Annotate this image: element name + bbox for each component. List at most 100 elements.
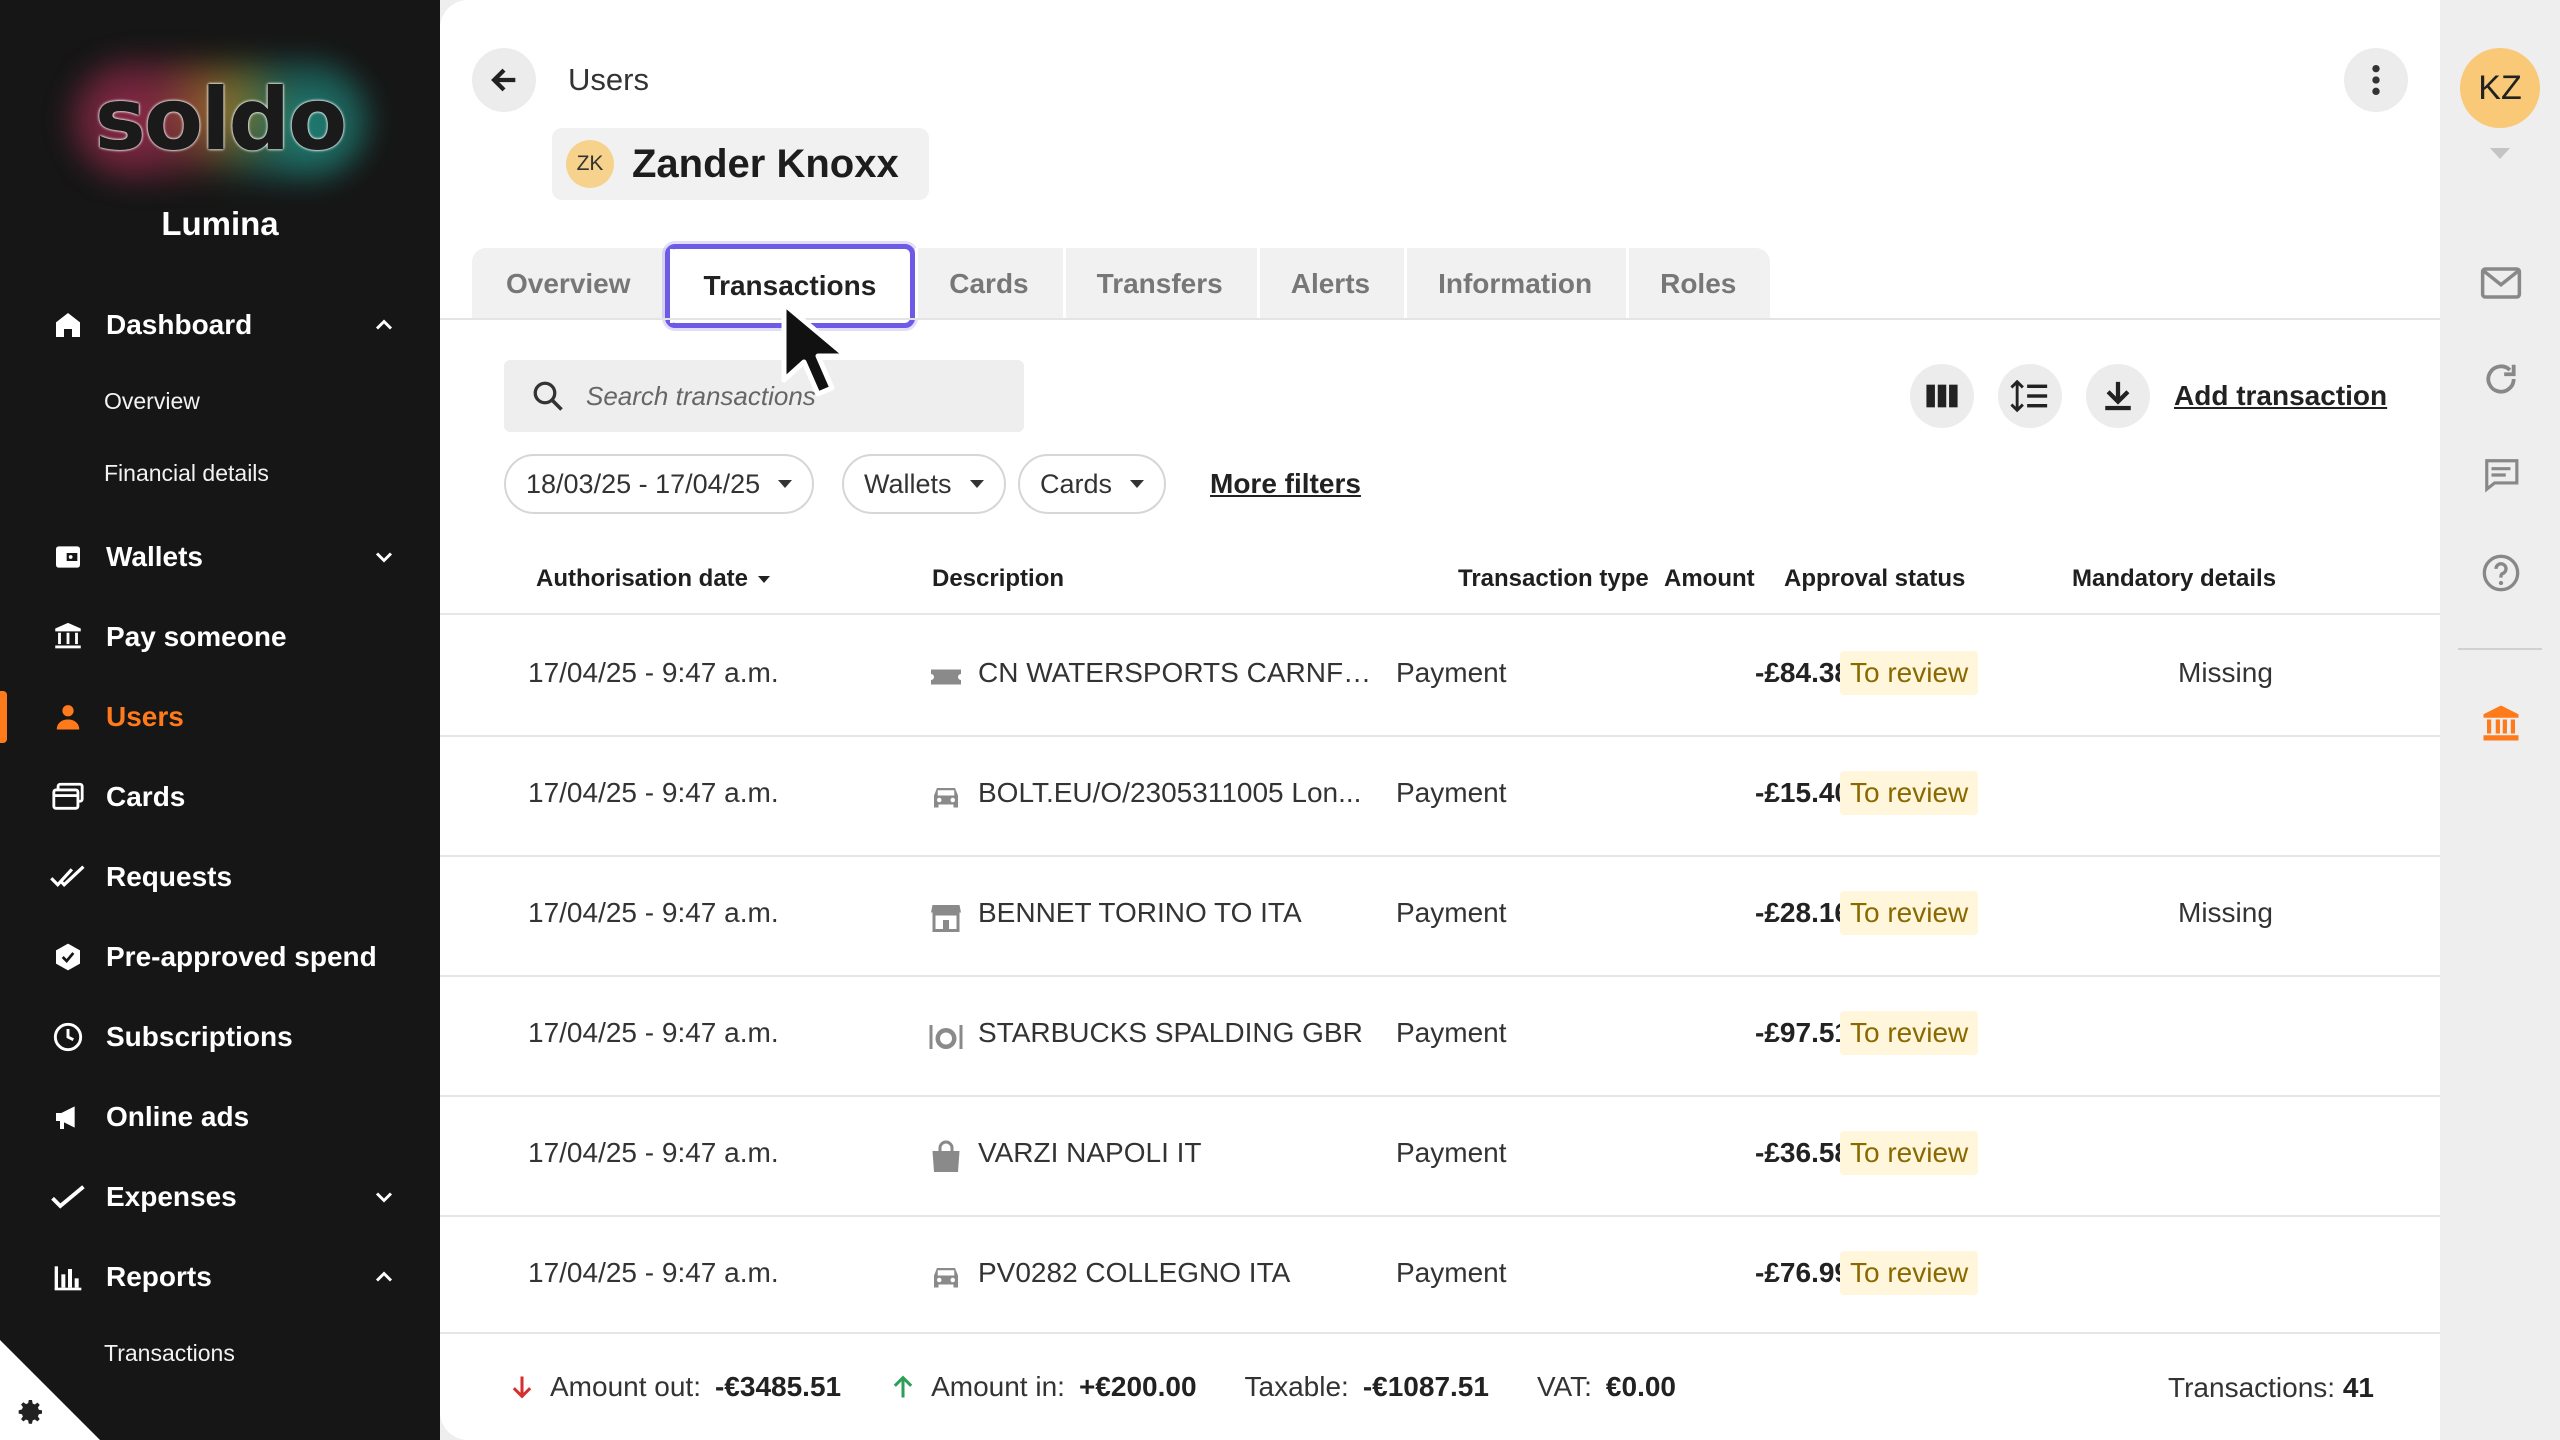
more-filters-link[interactable]: More filters bbox=[1210, 468, 1361, 500]
status-badge: To review bbox=[1840, 1251, 1979, 1295]
bank-button[interactable] bbox=[2480, 702, 2522, 744]
sidebar-item-reports[interactable]: Reports bbox=[0, 1237, 440, 1317]
cards-filter[interactable]: Cards bbox=[1018, 454, 1167, 514]
sidebar: soldo Lumina Dashboard Overview Financia… bbox=[0, 0, 440, 1440]
sidebar-item-wallets[interactable]: Wallets bbox=[0, 517, 440, 597]
column-header-authorisation-date[interactable]: Authorisation date bbox=[536, 565, 771, 593]
soldo-logo[interactable]: soldo bbox=[70, 60, 370, 180]
row-description: CN WATERSPORTS CARNFOR... bbox=[978, 657, 1378, 688]
column-header-label: Authorisation date bbox=[536, 565, 749, 592]
search-box[interactable] bbox=[504, 360, 1024, 432]
table-row[interactable]: 17/04/25 - 9:47 a.m. VARZI NAPOLI IT Pay… bbox=[440, 1097, 2440, 1217]
page-title: Zander Knoxx bbox=[632, 141, 899, 186]
cards-icon bbox=[50, 779, 86, 815]
table-row[interactable]: 17/04/25 - 9:47 a.m. BENNET TORINO TO IT… bbox=[440, 857, 2440, 977]
user-header: ZK Zander Knoxx bbox=[552, 128, 929, 200]
tab-information[interactable]: Information bbox=[1404, 248, 1626, 320]
table-row[interactable]: 17/04/25 - 9:47 a.m. STARBUCKS SPALDING … bbox=[440, 977, 2440, 1097]
row-type: Payment bbox=[1396, 1257, 1507, 1288]
wallet-icon bbox=[50, 539, 86, 575]
search-icon bbox=[533, 381, 563, 411]
clock-icon bbox=[50, 1019, 86, 1055]
rail-divider bbox=[2458, 648, 2542, 650]
bar-chart-icon bbox=[50, 1259, 86, 1295]
tab-bar: Overview Transactions Cards Transfers Al… bbox=[472, 244, 1771, 328]
row-amount: -£15.40 bbox=[1755, 777, 1850, 808]
sidebar-item-label: Dashboard bbox=[106, 309, 253, 340]
tab-roles[interactable]: Roles bbox=[1626, 248, 1770, 320]
sidebar-item-label: Cards bbox=[106, 781, 186, 812]
mail-icon bbox=[2480, 267, 2522, 299]
sidebar-item-dashboard[interactable]: Dashboard bbox=[0, 285, 440, 365]
status-badge: To review bbox=[1840, 1131, 1979, 1175]
sidebar-item-subscriptions[interactable]: Subscriptions bbox=[0, 997, 440, 1077]
tab-overview[interactable]: Overview bbox=[472, 248, 665, 320]
sidebar-item-expenses[interactable]: Expenses bbox=[0, 1157, 440, 1237]
row-type: Payment bbox=[1396, 897, 1507, 928]
mail-button[interactable] bbox=[2480, 262, 2522, 304]
organization-name: Lumina bbox=[161, 205, 279, 242]
vat-label: VAT: bbox=[1536, 1371, 1592, 1402]
tabs-divider bbox=[440, 318, 2440, 320]
search-input[interactable] bbox=[586, 380, 1006, 412]
sidebar-subitem-overview[interactable]: Overview bbox=[0, 365, 440, 437]
wallets-filter[interactable]: Wallets bbox=[842, 454, 1006, 514]
columns-icon bbox=[1926, 384, 1958, 408]
chevron-down-icon[interactable] bbox=[370, 1183, 398, 1211]
caret-down-icon[interactable] bbox=[2490, 148, 2510, 159]
right-rail: KZ bbox=[2440, 0, 2560, 1440]
sidebar-item-online-ads[interactable]: Online ads bbox=[0, 1077, 440, 1157]
chat-icon bbox=[2485, 459, 2519, 493]
column-header-description: Description bbox=[932, 565, 1065, 592]
chevron-up-icon[interactable] bbox=[370, 311, 398, 339]
transactions-count: Transactions: 41 bbox=[2168, 1372, 2374, 1404]
sidebar-item-requests[interactable]: Requests bbox=[0, 837, 440, 917]
tab-transfers[interactable]: Transfers bbox=[1062, 248, 1257, 320]
sidebar-item-pay-someone[interactable]: Pay someone bbox=[0, 597, 440, 677]
breadcrumb[interactable]: Users bbox=[568, 62, 649, 98]
tab-cards[interactable]: Cards bbox=[915, 248, 1062, 320]
row-density-button[interactable] bbox=[1998, 364, 2062, 428]
download-button[interactable] bbox=[2086, 364, 2150, 428]
amount-out-value: -€3485.51 bbox=[714, 1371, 842, 1402]
row-amount: -£28.16 bbox=[1755, 897, 1850, 928]
back-button[interactable] bbox=[472, 48, 536, 112]
status-badge: To review bbox=[1840, 891, 1979, 935]
car-icon bbox=[934, 788, 958, 808]
cards-filter-label: Cards bbox=[1040, 468, 1113, 499]
amount-out-summary: Amount out: -€3485.51 bbox=[508, 1371, 841, 1403]
avatar: ZK bbox=[566, 140, 614, 188]
sidebar-item-label: Pre-approved spend bbox=[106, 941, 377, 972]
sidebar-item-users[interactable]: Users bbox=[0, 677, 440, 757]
chat-button[interactable] bbox=[2480, 454, 2522, 496]
sidebar-item-cards[interactable]: Cards bbox=[0, 757, 440, 837]
more-options-button[interactable] bbox=[2344, 48, 2408, 112]
home-icon bbox=[50, 307, 86, 343]
sidebar-item-label: Expenses bbox=[106, 1181, 237, 1212]
table-row[interactable]: 17/04/25 - 9:47 a.m. CN WATERSPORTS CARN… bbox=[440, 617, 2440, 737]
help-button[interactable] bbox=[2480, 552, 2522, 594]
table-row[interactable]: 17/04/25 - 9:47 a.m. PV0282 COLLEGNO ITA… bbox=[440, 1217, 2440, 1337]
chevron-up-icon[interactable] bbox=[370, 1263, 398, 1291]
add-transaction-link[interactable]: Add transaction bbox=[2174, 380, 2387, 412]
gear-icon[interactable] bbox=[14, 1396, 46, 1428]
refresh-button[interactable] bbox=[2480, 358, 2522, 400]
tab-alerts[interactable]: Alerts bbox=[1256, 248, 1404, 320]
tab-transactions[interactable]: Transactions bbox=[664, 244, 916, 328]
sidebar-subitem-financial-details[interactable]: Financial details bbox=[0, 437, 440, 509]
sidebar-subitem-transactions[interactable]: Transactions bbox=[0, 1317, 440, 1389]
double-check-icon bbox=[50, 859, 86, 895]
account-avatar[interactable]: KZ bbox=[2460, 48, 2540, 128]
amount-in-label: Amount in: bbox=[931, 1371, 1065, 1402]
row-type: Payment bbox=[1396, 777, 1507, 808]
sidebar-nav: Dashboard Overview Financial details Wal… bbox=[0, 285, 440, 1389]
logo-text: soldo bbox=[94, 70, 347, 170]
sidebar-item-pre-approved-spend[interactable]: Pre-approved spend bbox=[0, 917, 440, 997]
columns-button[interactable] bbox=[1910, 364, 1974, 428]
caret-down-icon bbox=[969, 480, 984, 488]
chevron-down-icon[interactable] bbox=[370, 543, 398, 571]
table-row[interactable]: 17/04/25 - 9:47 a.m. BOLT.EU/O/230531100… bbox=[440, 737, 2440, 857]
caret-down-icon bbox=[778, 480, 793, 488]
transactions-table-body: 17/04/25 - 9:47 a.m. CN WATERSPORTS CARN… bbox=[440, 617, 2440, 1337]
date-range-filter[interactable]: 18/03/25 - 17/04/25 bbox=[504, 454, 815, 514]
